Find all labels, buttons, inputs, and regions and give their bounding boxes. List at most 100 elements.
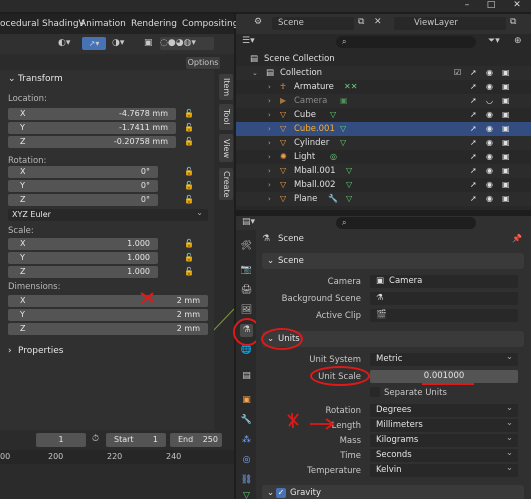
- location-x-field[interactable]: X -4.7678 mm: [8, 108, 176, 120]
- minimize-button[interactable]: –: [456, 0, 478, 12]
- rotation-x-field[interactable]: X 0°: [8, 166, 158, 178]
- eye-icon[interactable]: ◉: [486, 122, 493, 136]
- transform-chevron-icon[interactable]: ⌄: [8, 74, 16, 84]
- rotation-units-dropdown[interactable]: Degrees: [370, 402, 518, 417]
- rotation-z-field[interactable]: Z 0°: [8, 194, 158, 206]
- current-frame-field[interactable]: 1: [36, 433, 86, 447]
- dimensions-y-field[interactable]: Y 2 mm: [8, 309, 208, 321]
- particles-tab-icon[interactable]: ⁂: [240, 434, 253, 447]
- constraints-tab-icon[interactable]: ⛓: [240, 474, 253, 487]
- view-layer-tab-icon[interactable]: 🖼: [240, 304, 253, 317]
- camera-render-icon[interactable]: ▣: [502, 178, 510, 192]
- lock-icon[interactable]: 🔓: [184, 109, 194, 118]
- properties-search-input[interactable]: ⌕: [336, 217, 476, 229]
- editor-type-icon[interactable]: ▤▾: [242, 217, 255, 227]
- length-units-dropdown[interactable]: Millimeters: [370, 417, 518, 432]
- camera-render-icon[interactable]: ▣: [502, 150, 510, 164]
- tab-rendering[interactable]: Rendering: [131, 14, 177, 34]
- close-button[interactable]: ✕: [506, 0, 528, 12]
- select-arrow-icon[interactable]: ➚: [470, 192, 477, 206]
- modifier-tab-icon[interactable]: 🔧: [240, 414, 253, 427]
- scale-z-field[interactable]: Z 1.000: [8, 266, 158, 278]
- eye-icon[interactable]: ◉: [486, 164, 493, 178]
- expand-icon[interactable]: ›: [268, 80, 271, 94]
- scale-y-field[interactable]: Y 1.000: [8, 252, 158, 264]
- separate-units-checkbox[interactable]: [370, 387, 380, 397]
- eye-icon[interactable]: ◉: [486, 108, 493, 122]
- camera-render-icon[interactable]: ▣: [502, 108, 510, 122]
- expand-icon[interactable]: ›: [268, 136, 271, 150]
- start-frame-field[interactable]: Start 1: [106, 433, 166, 447]
- stopwatch-icon[interactable]: ⏱: [92, 434, 99, 444]
- end-frame-field[interactable]: End 250: [170, 433, 222, 447]
- maximize-button[interactable]: □: [480, 0, 502, 12]
- mass-units-dropdown[interactable]: Kilograms: [370, 432, 518, 447]
- properties-subpanel-title[interactable]: Properties: [18, 346, 63, 356]
- lock-icon[interactable]: 🔓: [184, 267, 194, 276]
- tab-item[interactable]: Item: [219, 74, 233, 100]
- expand-icon[interactable]: ›: [268, 150, 271, 164]
- outliner-row-cylinder[interactable]: › ▽ Cylinder ▽ ➚ ◉ ▣: [236, 136, 531, 150]
- delete-scene-icon[interactable]: ✕: [374, 17, 382, 27]
- camera-render-icon[interactable]: ▣: [502, 192, 510, 206]
- checkbox-icon[interactable]: ☑: [454, 66, 461, 80]
- select-arrow-icon[interactable]: ➚: [470, 136, 477, 150]
- camera-render-icon[interactable]: ▣: [502, 80, 510, 94]
- tab-tool[interactable]: Tool: [219, 104, 233, 130]
- expand-icon[interactable]: ›: [268, 94, 271, 108]
- outliner-row-plane[interactable]: › ▽ Plane 🔧 ▽ ➚ ◉ ▣: [236, 192, 531, 206]
- outliner-row-armature[interactable]: › ☥ Armature ✕✕ ➚ ◉ ▣: [236, 80, 531, 94]
- select-arrow-icon[interactable]: ➚: [470, 108, 477, 122]
- outliner-row-light[interactable]: › ✺ Light ◎ ➚ ◉ ▣: [236, 150, 531, 164]
- tab-view[interactable]: View: [219, 134, 233, 162]
- lock-icon[interactable]: 🔓: [184, 123, 194, 132]
- tab-animation[interactable]: Animation: [80, 14, 126, 34]
- gizmo-toggle-icon[interactable]: ↗▾: [82, 37, 106, 50]
- lock-icon[interactable]: 🔓: [184, 167, 194, 176]
- new-scene-icon[interactable]: ⧉: [358, 17, 364, 27]
- viewlayer-field[interactable]: ViewLayer: [394, 17, 506, 30]
- object-tab-icon[interactable]: ▣: [240, 394, 253, 407]
- eye-icon[interactable]: ◉: [486, 80, 493, 94]
- outliner-row-cube-001[interactable]: › ▽ Cube.001 ▽ ➚ ◉ ▣: [236, 122, 531, 136]
- dimensions-x-field[interactable]: X 2 mm: [8, 295, 208, 307]
- temperature-units-dropdown[interactable]: Kelvin: [370, 462, 518, 477]
- lock-icon[interactable]: 🔓: [184, 181, 194, 190]
- expand-icon[interactable]: ›: [268, 192, 271, 206]
- properties-chevron-icon[interactable]: ›: [8, 346, 12, 356]
- select-arrow-icon[interactable]: ➚: [470, 66, 477, 80]
- select-arrow-icon[interactable]: ➚: [470, 122, 477, 136]
- new-viewlayer-icon[interactable]: ⧉: [510, 17, 516, 27]
- scale-x-field[interactable]: X 1.000: [8, 238, 158, 250]
- unit-scale-field[interactable]: 0.001000: [370, 370, 518, 383]
- camera-render-icon[interactable]: ▣: [502, 136, 510, 150]
- camera-render-icon[interactable]: ▣: [502, 164, 510, 178]
- outliner-row-collection[interactable]: ⌄ ▤ Collection ☑ ➚ ◉ ▣: [236, 66, 531, 80]
- timeline[interactable]: 1 ⏱ Start 1 End 250 00 200 220 240: [0, 430, 234, 499]
- eye-icon[interactable]: ◉: [486, 150, 493, 164]
- camera-field[interactable]: ▣ Camera: [370, 275, 518, 288]
- lock-icon[interactable]: 🔓: [184, 195, 194, 204]
- outliner-row-mball-001[interactable]: › ▽ Mball.001 ▽ ➚ ◉ ▣: [236, 164, 531, 178]
- lock-icon[interactable]: 🔓: [184, 253, 194, 262]
- tab-create[interactable]: Create: [219, 168, 233, 200]
- outliner-row-scene-collection[interactable]: ▤ Scene Collection: [236, 52, 531, 66]
- rotation-mode-dropdown[interactable]: XYZ Euler: [8, 207, 208, 221]
- shading-mode-icons[interactable]: ◌●◕◍▾: [160, 37, 214, 50]
- tab-shading[interactable]: ocedural ShadingV: [0, 14, 85, 34]
- select-arrow-icon[interactable]: ➚: [470, 164, 477, 178]
- lock-icon[interactable]: 🔓: [184, 137, 194, 146]
- eye-hidden-icon[interactable]: ◡: [486, 94, 493, 108]
- rotation-y-field[interactable]: Y 0°: [8, 180, 158, 192]
- render-tab-icon[interactable]: 📷: [240, 264, 253, 277]
- new-collection-icon[interactable]: ⊕: [514, 36, 522, 46]
- expand-icon[interactable]: ⌄: [252, 66, 258, 80]
- camera-render-icon[interactable]: ▣: [502, 94, 510, 108]
- outliner-row-mball-002[interactable]: › ▽ Mball.002 ▽ ➚ ◉ ▣: [236, 178, 531, 192]
- unit-system-dropdown[interactable]: Metric: [370, 351, 518, 366]
- background-scene-field[interactable]: ⚗: [370, 292, 518, 305]
- camera-render-icon[interactable]: ▣: [502, 122, 510, 136]
- data-tab-icon[interactable]: ▽: [240, 490, 253, 499]
- view-object-types-icon[interactable]: ◐▾: [58, 38, 70, 48]
- select-arrow-icon[interactable]: ➚: [470, 94, 477, 108]
